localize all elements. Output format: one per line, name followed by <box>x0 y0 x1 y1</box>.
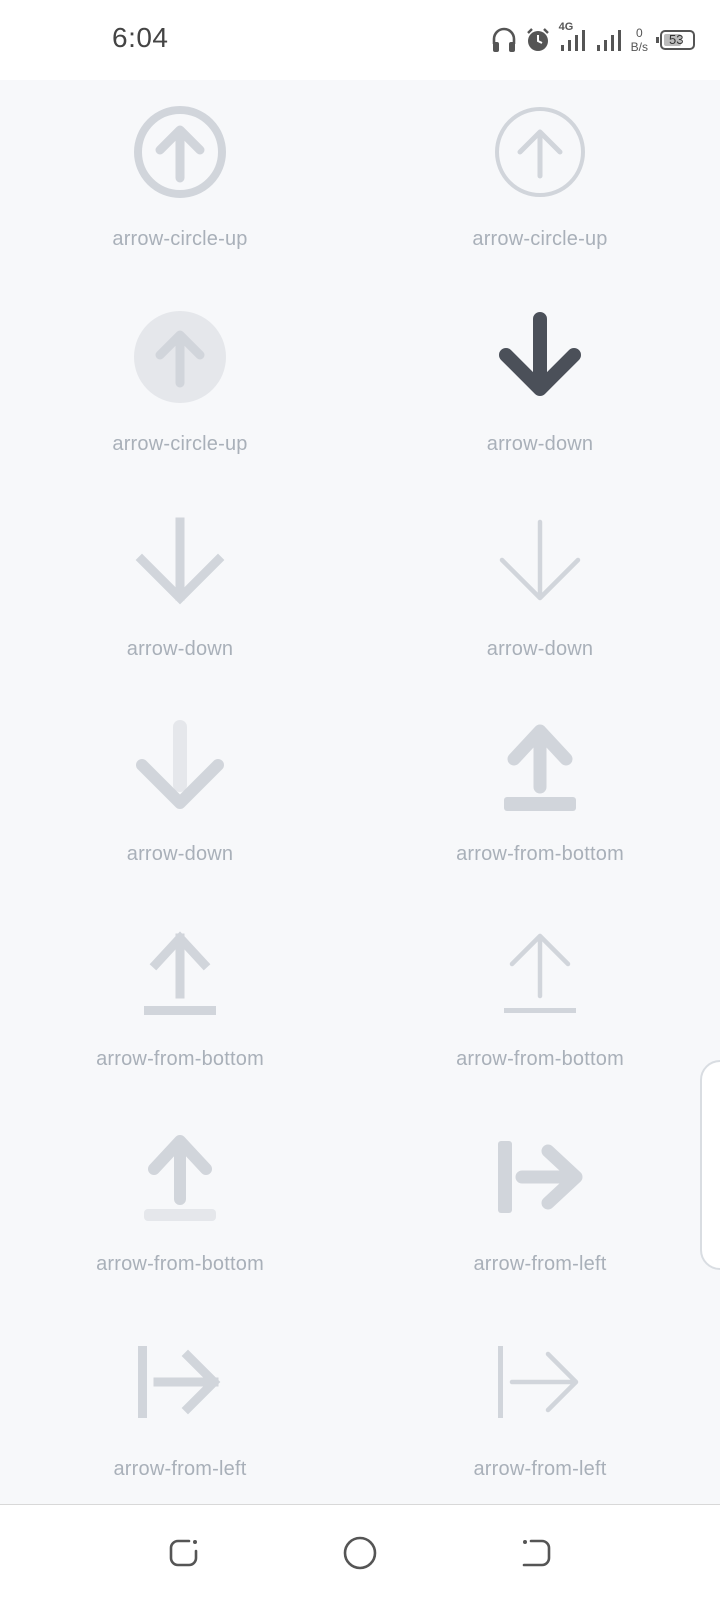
status-time: 6:04 <box>112 22 169 53</box>
arrow-circle-up-icon <box>130 102 230 202</box>
navigation-bar <box>0 1505 720 1600</box>
speed-value: 0 <box>635 26 643 40</box>
icon-list[interactable]: arrow-circle-up arrow-circle-up arrow-ci… <box>0 80 720 1504</box>
arrow-down-icon <box>130 512 230 612</box>
icon-label: arrow-from-left <box>473 1458 607 1480</box>
icon-card[interactable]: arrow-from-left <box>0 1310 360 1504</box>
icon-card[interactable]: arrow-circle-up <box>0 80 360 285</box>
arrow-down-icon <box>130 717 230 817</box>
icon-label: arrow-circle-up <box>112 228 248 250</box>
icon-card[interactable]: arrow-down <box>0 695 360 900</box>
back-icon <box>167 1536 201 1575</box>
recents-button[interactable] <box>516 1535 556 1575</box>
status-icons: 4G 0 B/s 53 <box>491 21 696 58</box>
icon-card[interactable]: arrow-from-bottom <box>360 900 720 1105</box>
icon-label: arrow-from-bottom <box>456 843 624 865</box>
battery-icon: 53 <box>656 29 696 51</box>
arrow-circle-up-icon <box>490 102 590 202</box>
icon-label: arrow-from-left <box>473 1253 607 1275</box>
arrow-from-left-icon <box>490 1127 590 1227</box>
arrow-from-left-icon <box>490 1332 590 1432</box>
battery-level: 53 <box>669 32 684 47</box>
icon-label: arrow-down <box>486 433 594 455</box>
headset-icon <box>491 26 517 54</box>
arrow-from-left-icon <box>130 1332 230 1432</box>
icon-card[interactable]: arrow-circle-up <box>360 80 720 285</box>
arrow-from-bottom-icon <box>490 717 590 817</box>
icon-card[interactable]: arrow-from-bottom <box>0 900 360 1105</box>
icon-card[interactable]: arrow-from-bottom <box>0 1105 360 1310</box>
icon-label: arrow-circle-up <box>112 433 248 455</box>
icon-label: arrow-down <box>126 638 234 660</box>
arrow-from-bottom-icon <box>130 1127 230 1227</box>
recents-icon <box>519 1536 553 1575</box>
speed-unit: B/s <box>630 40 648 54</box>
icon-card[interactable]: arrow-down <box>360 490 720 695</box>
back-button[interactable] <box>164 1535 204 1575</box>
icon-label: arrow-from-bottom <box>96 1253 264 1275</box>
arrow-down-icon <box>490 512 590 612</box>
icon-card[interactable]: arrow-from-bottom <box>360 695 720 900</box>
icon-card[interactable]: arrow-from-left <box>360 1310 720 1504</box>
icon-card[interactable]: arrow-circle-up <box>0 285 360 490</box>
icon-label: arrow-down <box>126 843 234 865</box>
signal-icon: 4G <box>559 21 587 53</box>
icon-label: arrow-from-left <box>113 1458 247 1480</box>
arrow-down-icon <box>490 307 590 407</box>
network-type: 4G <box>558 21 574 33</box>
status-bar: 6:04 4G 0 B/s 53 <box>0 0 720 80</box>
icon-card[interactable]: arrow-down <box>0 490 360 695</box>
home-icon <box>342 1535 378 1576</box>
icon-card[interactable]: arrow-down <box>360 285 720 490</box>
arrow-from-bottom-icon <box>490 922 590 1022</box>
icon-card[interactable]: arrow-from-left <box>360 1105 720 1310</box>
alarm-icon <box>525 27 551 53</box>
home-button[interactable] <box>340 1535 380 1575</box>
icon-label: arrow-down <box>486 638 594 660</box>
arrow-from-bottom-icon <box>130 922 230 1022</box>
arrow-circle-up-icon <box>130 307 230 407</box>
icon-grid: arrow-circle-up arrow-circle-up arrow-ci… <box>0 80 720 1504</box>
icon-label: arrow-circle-up <box>472 228 608 250</box>
signal-icon-2 <box>595 27 623 53</box>
icon-label: arrow-from-bottom <box>96 1048 264 1070</box>
icon-label: arrow-from-bottom <box>456 1048 624 1070</box>
side-panel-handle[interactable] <box>700 1060 720 1270</box>
network-speed: 0 B/s <box>631 26 648 54</box>
